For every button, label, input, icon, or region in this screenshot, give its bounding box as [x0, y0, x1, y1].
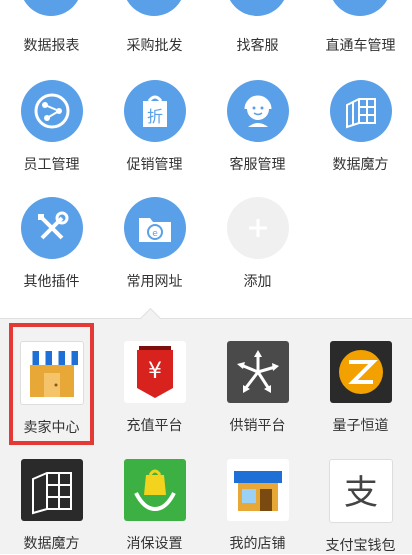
app-supply-platform[interactable]: 供销平台 — [206, 341, 309, 435]
plugin-staff-management[interactable]: 员工管理 — [0, 80, 103, 174]
cube-grid-icon — [329, 80, 392, 142]
plugin-express-train[interactable]: 直通车管理 — [309, 0, 412, 60]
chart-icon — [20, 0, 82, 16]
plugin-purchase-wholesale[interactable]: 采购批发 — [103, 0, 206, 60]
my-shop-icon — [226, 459, 289, 521]
folder-web-icon: e — [123, 197, 186, 259]
app-label: 充值平台 — [126, 418, 183, 434]
data-cube-icon — [20, 459, 83, 521]
app-label: 供销平台 — [229, 418, 286, 434]
arrows-distribution-icon — [226, 341, 289, 403]
app-label: 消保设置 — [126, 536, 183, 552]
app-protection-settings[interactable]: 消保设置 — [103, 459, 206, 553]
train-icon — [329, 0, 391, 16]
app-recharge-platform[interactable]: ¥ 充值平台 — [103, 341, 206, 435]
plugin-find-service[interactable]: 找客服 — [206, 0, 309, 60]
cart-icon — [123, 0, 185, 16]
plugin-other-addons[interactable]: 其他插件 — [0, 197, 103, 291]
plugin-customer-service[interactable]: 客服管理 — [206, 80, 309, 174]
discount-tag-icon: 折 — [123, 80, 186, 142]
plugin-label: 数据魔方 — [332, 157, 389, 173]
plugin-label: 采购批发 — [126, 38, 183, 54]
plugin-label: 直通车管理 — [325, 38, 396, 54]
wrench-screwdriver-icon — [20, 197, 83, 259]
plugin-label: 常用网址 — [126, 274, 183, 290]
app-label: 支付宝钱包 — [325, 538, 396, 554]
plugin-promotion-management[interactable]: 折 促销管理 — [103, 80, 206, 174]
plugin-common-urls[interactable]: e 常用网址 — [103, 197, 206, 291]
plugin-label: 员工管理 — [23, 157, 80, 173]
app-label: 我的店铺 — [229, 536, 286, 552]
app-label: 数据魔方 — [23, 536, 80, 552]
yuan-banner-icon: ¥ — [123, 341, 186, 403]
quantum-z-icon — [329, 341, 392, 403]
plus-icon — [226, 197, 289, 259]
plugin-label: 促销管理 — [126, 157, 183, 173]
svg-text:折: 折 — [146, 107, 162, 126]
alipay-icon: 支 — [328, 459, 393, 523]
service-icon — [226, 0, 288, 16]
plugin-label: 客服管理 — [229, 157, 286, 173]
svg-text:支: 支 — [344, 473, 378, 513]
share-nodes-icon — [20, 80, 83, 142]
plugin-data-report[interactable]: 数据报表 — [0, 0, 103, 60]
plugin-data-cube[interactable]: 数据魔方 — [309, 80, 412, 174]
app-label: 量子恒道 — [332, 418, 389, 434]
app-data-cube[interactable]: 数据魔方 — [0, 459, 103, 553]
protection-bag-icon — [123, 459, 186, 521]
plugin-label: 其他插件 — [23, 274, 80, 290]
svg-text:e: e — [152, 229, 158, 239]
plugin-label: 数据报表 — [23, 38, 80, 54]
plugin-add[interactable]: 添加 — [206, 197, 309, 291]
plugin-panel: 数据报表 采购批发 找客服 直通车管理 员工管理 折 促销管理 客服管理 数据魔… — [0, 0, 412, 318]
app-quantum[interactable]: 量子恒道 — [309, 341, 412, 435]
plugin-label: 找客服 — [236, 38, 279, 54]
headset-agent-icon — [226, 80, 289, 142]
app-alipay-wallet[interactable]: 支 支付宝钱包 — [309, 459, 412, 555]
app-my-shop[interactable]: 我的店铺 — [206, 459, 309, 553]
plugin-label: 添加 — [243, 274, 272, 290]
svg-text:¥: ¥ — [148, 359, 162, 384]
selection-highlight — [9, 323, 94, 445]
